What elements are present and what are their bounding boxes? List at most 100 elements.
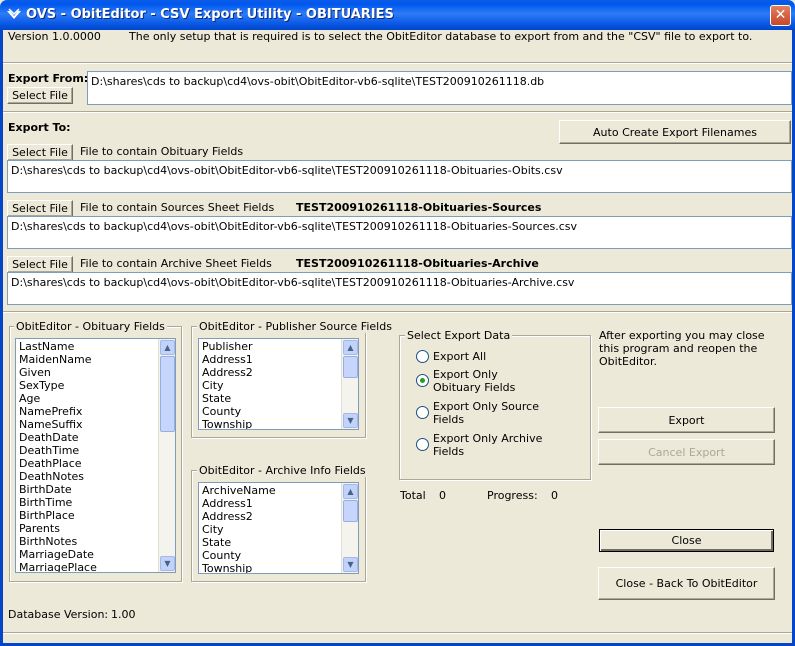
list-item[interactable]: Publisher bbox=[202, 340, 253, 353]
export-option-line: Fields bbox=[433, 445, 465, 458]
export-option-radio[interactable] bbox=[416, 374, 429, 387]
export-option-label[interactable]: Export All bbox=[433, 350, 486, 363]
export-option-line: Export All bbox=[433, 350, 487, 363]
list-item[interactable]: DeathTime bbox=[19, 444, 97, 457]
list-item[interactable]: Address1 bbox=[202, 497, 276, 510]
export-button[interactable]: Export bbox=[598, 407, 775, 433]
export-option-line: Fields bbox=[433, 413, 465, 426]
list-item[interactable]: BirthTime bbox=[19, 496, 97, 509]
export-option-label[interactable]: Export Only Obituary Fields bbox=[433, 368, 515, 394]
total-label: Total bbox=[400, 489, 426, 502]
list-item[interactable]: MaidenName bbox=[19, 353, 97, 366]
archive-fields-legend: ObitEditor - Archive Info Fields bbox=[197, 464, 368, 477]
list-item[interactable]: Address1 bbox=[202, 353, 253, 366]
scroll-thumb[interactable] bbox=[343, 356, 358, 378]
scroll-down-icon[interactable]: ▼ bbox=[160, 556, 175, 571]
scroll-up-icon[interactable]: ▲ bbox=[343, 484, 358, 499]
list-item[interactable]: BirthNotes bbox=[19, 535, 97, 548]
export-option-radio[interactable] bbox=[416, 350, 429, 363]
list-item[interactable]: MarriageDate bbox=[19, 548, 97, 561]
app-icon bbox=[7, 8, 21, 19]
sources-file-desc: File to contain Sources Sheet Fields bbox=[80, 201, 275, 214]
db-version-value: 1.00 bbox=[111, 608, 136, 621]
list-item[interactable]: DeathPlace bbox=[19, 457, 97, 470]
archive-fields-scrollbar[interactable]: ▲ ▼ bbox=[341, 483, 358, 573]
export-from-label: Export From: bbox=[8, 72, 89, 85]
list-item[interactable]: Address2 bbox=[202, 510, 276, 523]
list-item[interactable]: Given bbox=[19, 366, 97, 379]
export-option-label[interactable]: Export Only Source Fields bbox=[433, 400, 539, 426]
sources-file-path-field[interactable]: D:\shares\cds to backup\cd4\ovs-obit\Obi… bbox=[7, 216, 792, 249]
list-item[interactable]: County bbox=[202, 405, 253, 418]
archive-file-desc: File to contain Archive Sheet Fields bbox=[80, 257, 272, 270]
obits-file-desc: File to contain Obituary Fields bbox=[80, 145, 244, 158]
scroll-thumb[interactable] bbox=[343, 500, 358, 522]
sources-file-name: TEST200910261118-Obituaries-Sources bbox=[296, 201, 542, 214]
list-item[interactable]: City bbox=[202, 379, 253, 392]
obituary-fields-list[interactable]: LastName MaidenName Given SexType Age NamePre… bbox=[15, 338, 176, 573]
obits-file-path-field[interactable]: D:\shares\cds to backup\cd4\ovs-obit\Obi… bbox=[7, 160, 792, 193]
export-option-line: Export Only Archive bbox=[433, 432, 543, 445]
select-export-data-legend: Select Export Data bbox=[405, 329, 513, 342]
back-to-obiteditor-button[interactable]: Close - Back To ObitEditor bbox=[598, 567, 775, 600]
select-db-button[interactable]: Select File bbox=[7, 87, 73, 104]
select-archive-file-button[interactable]: Select File bbox=[7, 256, 73, 273]
select-obits-file-button[interactable]: Select File bbox=[7, 144, 73, 161]
list-item[interactable]: LastName bbox=[19, 340, 97, 353]
list-item[interactable]: Township bbox=[202, 562, 276, 573]
list-item[interactable]: BirthDate bbox=[19, 483, 97, 496]
list-item[interactable]: BirthPlace bbox=[19, 509, 97, 522]
scroll-thumb[interactable] bbox=[160, 356, 175, 432]
list-item[interactable]: Township bbox=[202, 418, 253, 429]
select-sources-file-button[interactable]: Select File bbox=[7, 200, 73, 217]
divider bbox=[3, 111, 792, 113]
list-item[interactable]: MarriagePlace bbox=[19, 561, 97, 572]
close-button[interactable]: Close bbox=[599, 529, 774, 552]
list-item[interactable]: DeathNotes bbox=[19, 470, 97, 483]
publisher-fields-list[interactable]: Publisher Address1 Address2 City State County… bbox=[198, 338, 359, 430]
divider bbox=[3, 62, 792, 64]
list-item[interactable]: State bbox=[202, 392, 253, 405]
list-item[interactable]: State bbox=[202, 536, 276, 549]
archive-file-path-field[interactable]: D:\shares\cds to backup\cd4\ovs-obit\Obi… bbox=[7, 272, 792, 305]
close-window-icon[interactable]: ✕ bbox=[770, 5, 791, 26]
auto-create-filenames-button[interactable]: Auto Create Export Filenames bbox=[559, 120, 791, 144]
archive-file-name: TEST200910261118-Obituaries-Archive bbox=[296, 257, 539, 270]
export-option-line: Export Only Source bbox=[433, 400, 539, 413]
window-title: OVS - ObitEditor - CSV Export Utility - … bbox=[26, 7, 394, 22]
title-bar[interactable]: OVS - ObitEditor - CSV Export Utility - … bbox=[0, 0, 795, 30]
list-item[interactable]: NameSuffix bbox=[19, 418, 97, 431]
export-option-line: Obituary Fields bbox=[433, 381, 516, 394]
list-item[interactable]: NamePrefix bbox=[19, 405, 97, 418]
list-item[interactable]: SexType bbox=[19, 379, 97, 392]
scroll-up-icon[interactable]: ▲ bbox=[343, 340, 358, 355]
list-item[interactable]: Age bbox=[19, 392, 97, 405]
close-notice: After exporting you may close this progr… bbox=[599, 329, 765, 368]
scroll-up-icon[interactable]: ▲ bbox=[160, 340, 175, 355]
export-option-radio[interactable] bbox=[416, 406, 429, 419]
cancel-export-button[interactable]: Cancel Export bbox=[598, 439, 775, 465]
list-item[interactable]: DeathDate bbox=[19, 431, 97, 444]
publisher-fields-scrollbar[interactable]: ▲ ▼ bbox=[341, 339, 358, 429]
list-item[interactable]: County bbox=[202, 549, 276, 562]
list-item[interactable]: Address2 bbox=[202, 366, 253, 379]
list-item[interactable]: City bbox=[202, 523, 276, 536]
obituary-fields-legend: ObitEditor - Obituary Fields bbox=[14, 320, 167, 333]
export-option-radio[interactable] bbox=[416, 438, 429, 451]
archive-fields-list[interactable]: ArchiveName Address1 Address2 City State Coun… bbox=[198, 482, 359, 574]
obituary-fields-scrollbar[interactable]: ▲ ▼ bbox=[158, 339, 175, 572]
list-item[interactable]: ArchiveName bbox=[202, 484, 276, 497]
instructions-text: The only setup that is required is to se… bbox=[129, 30, 753, 43]
list-item[interactable]: Parents bbox=[19, 522, 97, 535]
publisher-fields-legend: ObitEditor - Publisher Source Fields bbox=[197, 320, 394, 333]
progress-value: 0 bbox=[551, 489, 558, 502]
scroll-down-icon[interactable]: ▼ bbox=[343, 557, 358, 572]
scroll-down-icon[interactable]: ▼ bbox=[343, 413, 358, 428]
progress-label: Progress: bbox=[487, 489, 538, 502]
export-to-label: Export To: bbox=[8, 121, 71, 134]
database-path-field[interactable]: D:\shares\cds to backup\cd4\ovs-obit\Obi… bbox=[87, 71, 792, 105]
total-value: 0 bbox=[439, 489, 446, 502]
export-option-label[interactable]: Export Only Archive Fields bbox=[433, 432, 542, 458]
divider bbox=[3, 632, 792, 634]
divider bbox=[3, 311, 792, 313]
